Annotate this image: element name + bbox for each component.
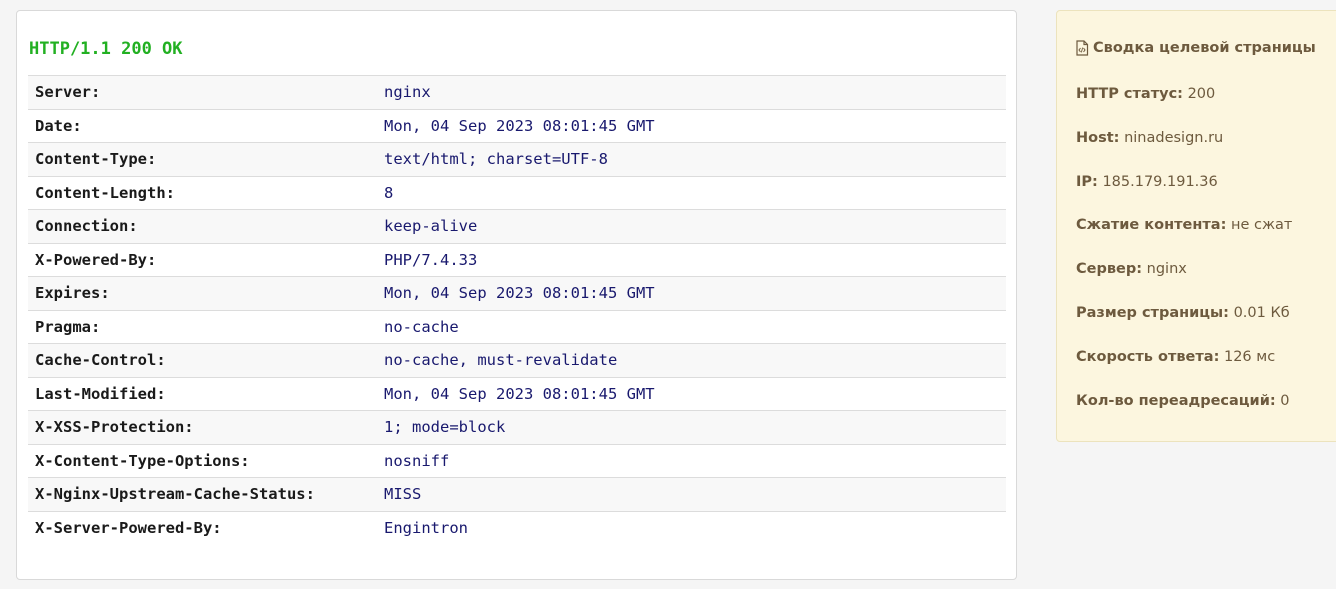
header-value: 1; mode=block (384, 410, 1006, 444)
document-code-icon (1075, 40, 1089, 56)
summary-row-server: Сервер: nginx (1076, 261, 1187, 277)
table-row: Cache-Control: no-cache, must-revalidate (28, 343, 1006, 377)
table-row: Server: nginx (28, 75, 1006, 109)
header-value: nosniff (384, 443, 1006, 478)
summary-title: Сводка целевой страницы (1075, 40, 1316, 56)
header-name: Server: (28, 75, 384, 109)
table-row: X-Content-Type-Options: nosniff (28, 443, 1006, 478)
summary-label: Сервер: (1076, 261, 1143, 277)
header-name: Content-Length: (28, 175, 384, 210)
summary-row-page-size: Размер страницы: 0.01 Кб (1076, 305, 1290, 321)
summary-value: 0 (1280, 393, 1290, 409)
header-value: PHP/7.4.33 (384, 242, 1006, 277)
header-name: X-XSS-Protection: (28, 410, 384, 444)
header-name: Date: (28, 108, 384, 143)
summary-row-ip: IP: 185.179.191.36 (1076, 174, 1218, 190)
table-row: Connection: keep-alive (28, 209, 1006, 243)
summary-label: IP: (1076, 174, 1098, 190)
header-value: 8 (384, 175, 1006, 210)
summary-label: Скорость ответа: (1076, 349, 1220, 365)
summary-row-compression: Сжатие контента: не сжат (1076, 217, 1292, 233)
header-value: no-cache (384, 309, 1006, 344)
summary-value: 126 мс (1223, 349, 1276, 365)
summary-row-redirects: Кол-во переадресаций: 0 (1076, 393, 1290, 409)
page-summary-panel: Сводка целевой страницы HTTP статус: 200… (1056, 10, 1336, 442)
summary-label: HTTP статус: (1076, 86, 1183, 102)
summary-title-text: Сводка целевой страницы (1093, 40, 1316, 56)
status-line: HTTP/1.1 200 OK (29, 39, 183, 59)
header-value: keep-alive (384, 209, 1006, 243)
header-value: MISS (384, 477, 1006, 511)
table-row: Last-Modified: Mon, 04 Sep 2023 08:01:45… (28, 376, 1006, 411)
header-name: Content-Type: (28, 142, 384, 176)
header-name: X-Nginx-Upstream-Cache-Status: (28, 477, 384, 511)
summary-label: Размер страницы: (1076, 305, 1229, 321)
summary-label: Кол-во переадресаций: (1076, 393, 1276, 409)
header-name: Last-Modified: (28, 376, 384, 411)
summary-row-response-speed: Скорость ответа: 126 мс (1076, 349, 1275, 365)
header-name: X-Powered-By: (28, 242, 384, 277)
header-name: X-Server-Powered-By: (28, 510, 384, 545)
summary-value: 185.179.191.36 (1102, 174, 1218, 190)
header-value: Mon, 04 Sep 2023 08:01:45 GMT (384, 276, 1006, 310)
header-name: Pragma: (28, 309, 384, 344)
summary-value: 200 (1187, 86, 1216, 102)
header-name: X-Content-Type-Options: (28, 443, 384, 478)
table-row: Date: Mon, 04 Sep 2023 08:01:45 GMT (28, 108, 1006, 143)
table-row: X-Nginx-Upstream-Cache-Status: MISS (28, 477, 1006, 511)
table-row: Content-Type: text/html; charset=UTF-8 (28, 142, 1006, 176)
header-value: Mon, 04 Sep 2023 08:01:45 GMT (384, 108, 1006, 143)
summary-label: Сжатие контента: (1076, 217, 1227, 233)
table-row: X-Server-Powered-By: Engintron (28, 510, 1006, 545)
header-value: Mon, 04 Sep 2023 08:01:45 GMT (384, 376, 1006, 411)
summary-value: не сжат (1230, 217, 1293, 233)
header-name: Connection: (28, 209, 384, 243)
response-headers-panel: HTTP/1.1 200 OK Server: nginx Date: Mon,… (16, 10, 1017, 580)
header-value: Engintron (384, 510, 1006, 545)
summary-label: Host: (1076, 130, 1120, 146)
summary-value: 0.01 Кб (1233, 305, 1290, 321)
header-value: text/html; charset=UTF-8 (384, 142, 1006, 176)
header-value: nginx (384, 75, 1006, 109)
table-row: X-XSS-Protection: 1; mode=block (28, 410, 1006, 444)
header-name: Cache-Control: (28, 343, 384, 377)
table-row: Content-Length: 8 (28, 175, 1006, 210)
table-row: Expires: Mon, 04 Sep 2023 08:01:45 GMT (28, 276, 1006, 310)
summary-row-http-status: HTTP статус: 200 (1076, 86, 1215, 102)
header-value: no-cache, must-revalidate (384, 343, 1006, 377)
table-row: X-Powered-By: PHP/7.4.33 (28, 242, 1006, 277)
headers-table: Server: nginx Date: Mon, 04 Sep 2023 08:… (28, 75, 1006, 545)
summary-value: nginx (1146, 261, 1187, 277)
header-name: Expires: (28, 276, 384, 310)
summary-value: ninadesign.ru (1124, 130, 1224, 146)
summary-row-host: Host: ninadesign.ru (1076, 130, 1223, 146)
table-row: Pragma: no-cache (28, 309, 1006, 344)
